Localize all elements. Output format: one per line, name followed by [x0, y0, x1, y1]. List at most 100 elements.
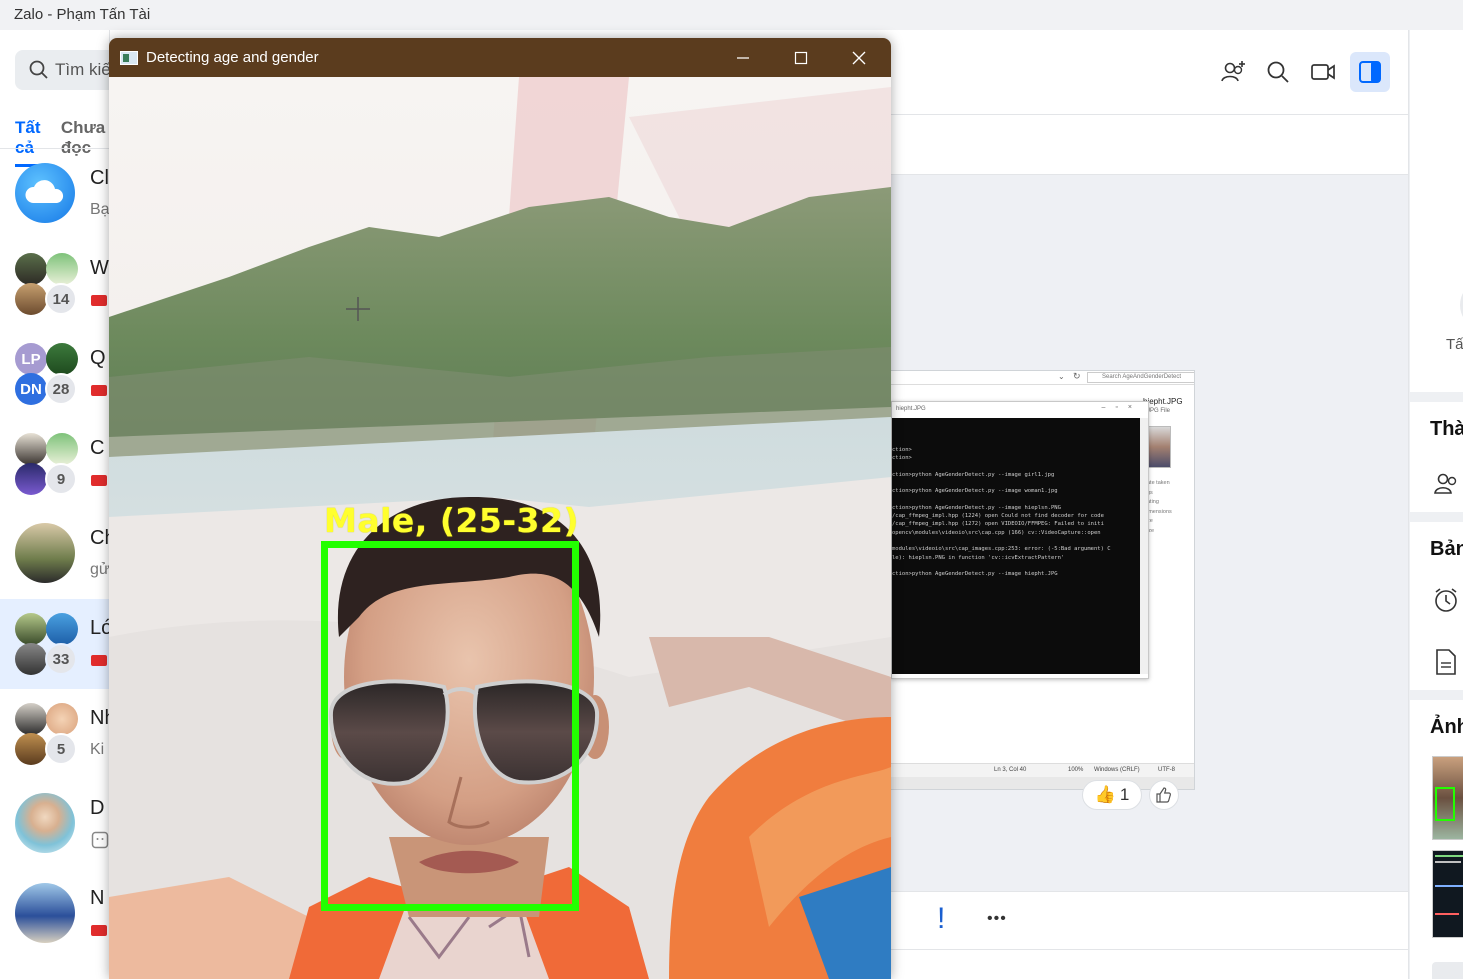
console-line: ction>python AgeGenderDetect.py --image … [892, 571, 1058, 578]
board-heading: Bản [1430, 538, 1463, 560]
photos-block: Ảnh [1410, 700, 1463, 979]
maximize-icon [794, 51, 808, 64]
conversation-name: Lớ [90, 617, 109, 639]
add-user-icon [1221, 61, 1245, 82]
mark-important-button[interactable]: ! [937, 902, 945, 936]
group-board-block: Bản [1410, 522, 1463, 690]
console-window: hiepht.JPG –▫× ction> ction> ction>python … [891, 401, 1149, 679]
console-scrollbar[interactable] [1140, 418, 1148, 674]
avatar [46, 253, 78, 285]
list-item[interactable]: Ch gửi [0, 509, 110, 599]
avatar [46, 343, 78, 375]
conversation-name: Cloud của tôi [90, 167, 109, 189]
file-thumbnail [1147, 426, 1171, 468]
detection-window-titlebar[interactable]: Detecting age and gender [109, 38, 891, 77]
video-call-icon [1311, 64, 1335, 80]
avatar [15, 703, 47, 735]
members-icon [1434, 473, 1457, 494]
app-titlebar: Zalo - Phạm Tấn Tài [0, 0, 1463, 30]
list-item[interactable]: Cloud của tôi Bạn [0, 149, 110, 239]
label-tag-icon [91, 925, 107, 936]
conversation-sidebar: Tìm kiếm Tất cả Chưa đọc Cloud của tôi B… [0, 30, 110, 979]
photo-thumbnail[interactable] [1432, 850, 1463, 938]
panel-actions-block: Tất [1410, 30, 1463, 392]
search-messages-button[interactable] [1260, 54, 1296, 90]
video-call-button[interactable] [1305, 54, 1341, 90]
avatar [15, 523, 75, 583]
reaction-badge[interactable]: 👍 1 [1082, 780, 1142, 810]
label-tag-icon [91, 475, 107, 486]
app-title: Zalo - Phạm Tấn Tài [14, 6, 151, 23]
list-item[interactable]: N [0, 869, 109, 959]
list-item[interactable]: 33 Lớ [0, 599, 109, 689]
property-label: ze [1147, 518, 1153, 525]
list-item[interactable]: 5 Nh Ki [0, 689, 109, 779]
file-type: JPG File [1147, 408, 1171, 414]
property-label: gs [1147, 489, 1153, 496]
console-line: /cap_ffmpeg_impl.hpp (1224) open Could n… [892, 513, 1104, 520]
sticker-icon [91, 831, 109, 849]
console-window-title: hiepht.JPG [896, 406, 926, 412]
toggle-info-panel-button[interactable] [1350, 52, 1390, 92]
face-bounding-box [321, 541, 579, 911]
minimize-button[interactable] [714, 38, 772, 77]
detection-window: Detecting age and gender Male, (25-32) [109, 38, 891, 979]
conversation-name: Q [90, 347, 106, 369]
list-item[interactable]: 14 W [0, 239, 109, 329]
avatar [15, 643, 47, 675]
console-line: modules\videoio\src\cap_images.cpp:253: … [892, 546, 1111, 553]
search-input[interactable]: Tìm kiếm [15, 50, 109, 90]
conversation-name: C [90, 437, 105, 459]
close-icon [852, 51, 866, 64]
minimize-icon [737, 56, 749, 59]
add-member-button[interactable] [1215, 54, 1251, 90]
conversation-preview: Ki [90, 741, 105, 758]
members-block: Thà [1410, 402, 1463, 512]
member-count-badge: 33 [45, 643, 77, 675]
window-icon [120, 50, 138, 65]
avatar [15, 733, 47, 765]
view-all-photos-button[interactable] [1432, 962, 1463, 979]
avatar [15, 433, 47, 465]
like-emoji: 👍 [1094, 785, 1116, 804]
member-count-badge: 9 [45, 463, 77, 495]
console-line: /cap_ffmpeg_impl.hpp (1272) open VIDEOIO… [892, 521, 1104, 528]
avatar [46, 613, 78, 645]
file-properties: ate taken gs ating imensions ze ize [1147, 479, 1172, 537]
member-count-badge: 14 [45, 283, 77, 315]
console-output: ction> ction> ction>python AgeGenderDetect… [892, 418, 1142, 674]
cloud-icon [25, 180, 64, 203]
list-item[interactable]: D [0, 779, 109, 869]
photo-thumbnail[interactable] [1432, 756, 1463, 840]
console-line: ction>python AgeGenderDetect.py --image … [892, 504, 1061, 511]
search-icon [1267, 61, 1289, 83]
label-tag-icon [91, 655, 107, 666]
console-line: ction>python AgeGenderDetect.py --image … [892, 471, 1055, 478]
close-button[interactable] [830, 38, 888, 77]
maximize-button[interactable] [772, 38, 830, 77]
sidebar-toggle-icon [1359, 61, 1381, 83]
label-tag-icon [91, 295, 107, 306]
cloud-avatar [15, 163, 75, 223]
like-button[interactable] [1149, 780, 1179, 810]
conversation-name: Nh [90, 707, 109, 729]
console-line: le): hieplsn.PNG in function 'cv::icvExt… [892, 554, 1065, 561]
conversation-preview: gửi [90, 561, 110, 578]
avatar [15, 283, 47, 315]
avatar [15, 883, 75, 943]
search-icon [29, 60, 48, 79]
avatar [15, 463, 47, 495]
avatar [15, 613, 47, 645]
avatar [15, 253, 47, 285]
image-message[interactable]: ⌄ ↻ Search AgeAndGenderDetect hiepht.JPG… [890, 370, 1195, 790]
reaction-count: 1 [1119, 785, 1130, 804]
more-options-button[interactable]: ••• [987, 910, 1007, 928]
member-count-badge: 5 [45, 733, 77, 765]
conversation-preview: Bạn [90, 201, 110, 218]
conversation-info-panel: Tất Thà Bản Ảnh [1408, 30, 1463, 979]
property-label: ize [1147, 527, 1155, 534]
explorer-bar: ⌄ ↻ Search AgeAndGenderDetect [891, 371, 1194, 385]
list-item[interactable]: LP DN 28 Q [0, 329, 109, 419]
document-icon [1436, 649, 1456, 675]
list-item[interactable]: 9 C [0, 419, 109, 509]
